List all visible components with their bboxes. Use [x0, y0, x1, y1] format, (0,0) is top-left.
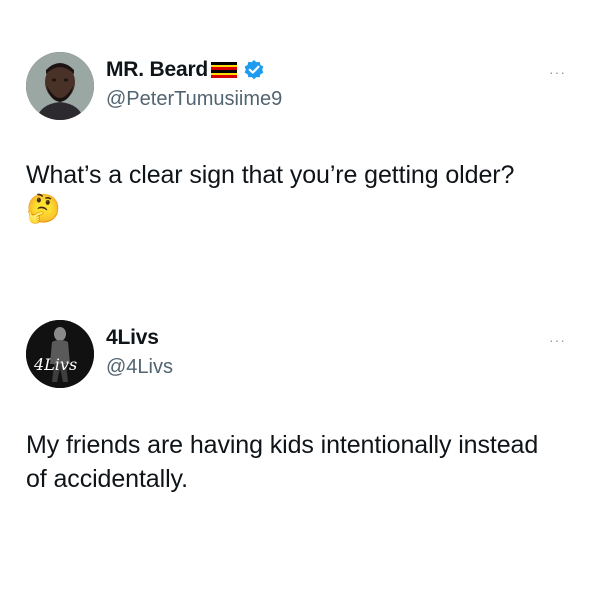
tweet-header: 4Livs 4Livs @4Livs ···	[0, 316, 600, 392]
verified-badge-icon	[244, 60, 264, 80]
avatar[interactable]	[26, 52, 94, 120]
more-options-icon[interactable]: ···	[549, 64, 566, 80]
display-name[interactable]: 4Livs	[106, 326, 159, 350]
handle[interactable]: @PeterTumusiime9	[106, 88, 282, 111]
tweet-text-body: What’s a clear sign that you’re getting …	[26, 161, 515, 189]
avatar-logo-icon: 4Livs	[26, 320, 94, 388]
avatar[interactable]: 4Livs	[26, 320, 94, 388]
display-name[interactable]: MR. Beard	[106, 58, 208, 82]
tweet-text-body: My friends are having kids intentionally…	[26, 431, 539, 493]
tweet-text: What’s a clear sign that you’re getting …	[26, 158, 560, 226]
more-options-icon[interactable]: ···	[549, 332, 566, 348]
tweet-original: MR. Beard @PeterTumusiime9 ··· What’s a …	[0, 48, 600, 224]
tweet-header: MR. Beard @PeterTumusiime9 ···	[0, 48, 600, 124]
tweet-reply: 4Livs 4Livs @4Livs ··· My friends are ha…	[0, 316, 600, 493]
handle[interactable]: @4Livs	[106, 356, 173, 379]
tweet-text: My friends are having kids intentionally…	[26, 428, 560, 496]
thinking-face-icon: 🤔	[26, 193, 61, 224]
avatar-photo-icon	[26, 52, 94, 120]
avatar-text: 4Livs	[33, 355, 77, 374]
uganda-flag-icon	[211, 62, 238, 78]
